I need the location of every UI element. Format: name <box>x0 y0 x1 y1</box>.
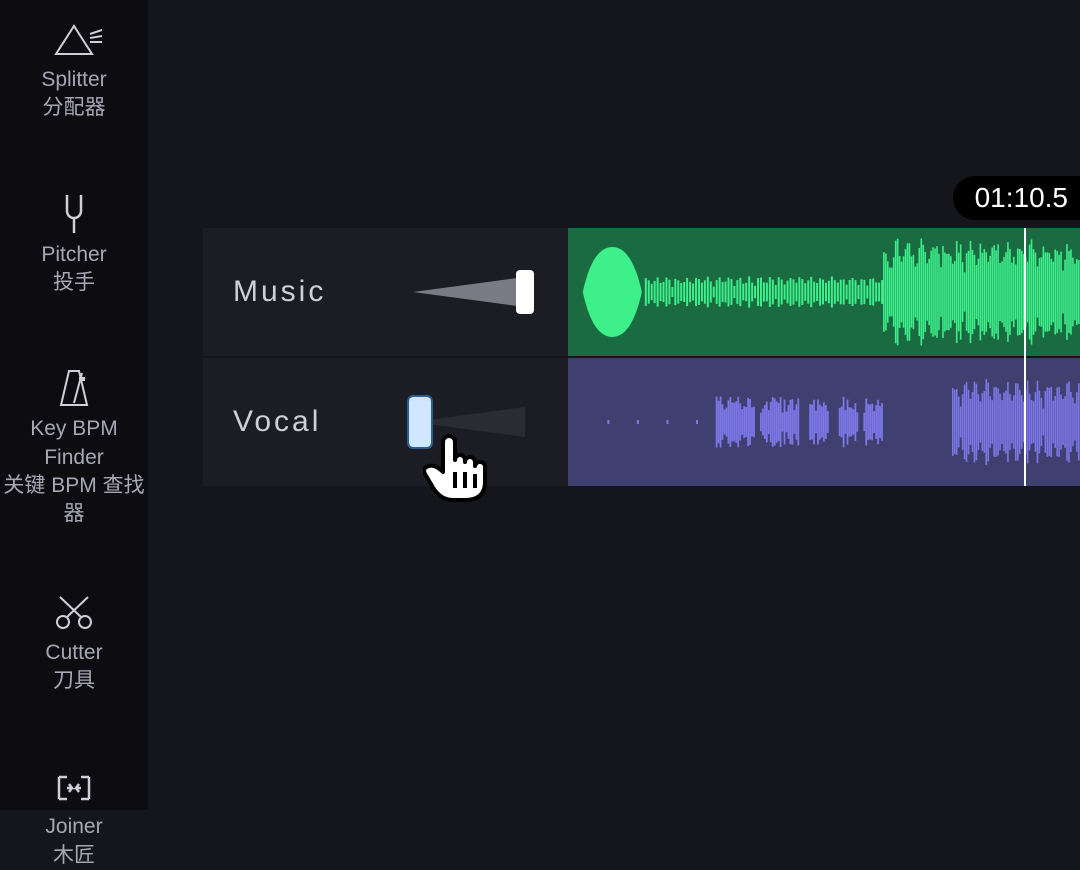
sidebar-item-pitcher[interactable]: Pitcher 投手 <box>0 183 148 298</box>
sidebar-item-label-cn: 木匠 <box>53 842 95 870</box>
sidebar-item-label-en: Key BPM Finder <box>0 415 148 472</box>
sidebar-item-label-en: Cutter <box>45 639 102 667</box>
volume-slider-music[interactable] <box>413 272 525 312</box>
metronome-icon <box>57 357 91 407</box>
sidebar: Splitter 分配器 Pitcher 投手 Key BPM Finder 关… <box>0 0 148 810</box>
timecode-badge: 01:10.5 <box>953 176 1080 220</box>
sidebar-item-label-en: Pitcher <box>41 241 106 269</box>
joiner-icon <box>54 755 94 805</box>
track-header-music: Music <box>203 228 568 356</box>
waveform-vocal[interactable] <box>568 358 1080 486</box>
sidebar-item-label-cn: 刀具 <box>53 667 95 695</box>
slider-thumb[interactable] <box>516 270 534 314</box>
prism-icon <box>46 8 102 58</box>
tracks-container: Music <box>203 228 1080 488</box>
slider-thumb[interactable] <box>409 397 431 447</box>
playhead[interactable] <box>1024 228 1026 486</box>
track-row-vocal: Vocal <box>203 358 1080 486</box>
scissors-icon <box>54 581 94 631</box>
main-area: 01:10.5 Music <box>148 0 1080 810</box>
sidebar-item-keybpm[interactable]: Key BPM Finder 关键 BPM 查找器 <box>0 357 148 528</box>
volume-slider-vocal[interactable] <box>413 402 525 442</box>
sidebar-item-label-en: Joiner <box>45 813 102 841</box>
track-row-music: Music <box>203 228 1080 356</box>
track-label: Music <box>233 275 343 309</box>
track-header-vocal: Vocal <box>203 358 568 486</box>
track-label: Vocal <box>233 405 343 439</box>
sidebar-item-label-cn: 关键 BPM 查找器 <box>0 472 148 529</box>
tuning-fork-icon <box>59 183 89 233</box>
sidebar-item-label-cn: 投手 <box>53 269 95 297</box>
waveform-music[interactable] <box>568 228 1080 356</box>
sidebar-item-splitter[interactable]: Splitter 分配器 <box>0 8 148 123</box>
sidebar-item-joiner[interactable]: Joiner 木匠 <box>0 755 148 870</box>
sidebar-item-cutter[interactable]: Cutter 刀具 <box>0 581 148 696</box>
sidebar-item-label-en: Splitter <box>41 66 106 94</box>
sidebar-item-label-cn: 分配器 <box>43 94 106 122</box>
